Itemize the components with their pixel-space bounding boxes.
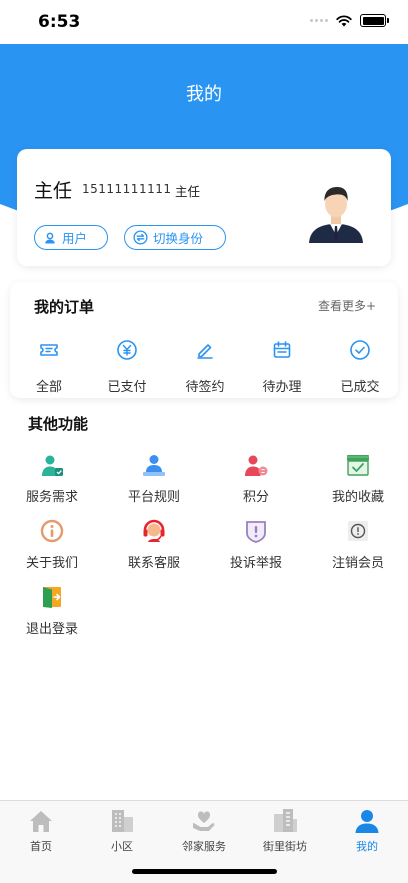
service-person-icon <box>42 455 63 476</box>
profile-name: 主任 <box>34 180 73 202</box>
orders-card: 我的订单 查看更多+ 全部 已支付 待签约 待办理 已成交 <box>10 282 398 398</box>
heart-hand-icon <box>193 811 215 831</box>
home-indicator <box>132 869 277 874</box>
order-to-sign-label: 待签约 <box>185 380 225 395</box>
tab-community[interactable]: 小区 <box>82 807 162 854</box>
about-us-label: 关于我们 <box>25 556 78 571</box>
platform-rules-item[interactable]: 平台规则 <box>114 452 194 505</box>
page-title: 我的 <box>186 84 222 105</box>
order-completed[interactable]: 已成交 <box>325 332 395 395</box>
cancel-membership-icon <box>348 521 368 541</box>
cancel-membership-label: 注销会员 <box>331 556 384 571</box>
service-demand-item[interactable]: 服务需求 <box>12 452 92 505</box>
tab-mine[interactable]: 我的 <box>327 807 407 854</box>
order-to-process-label: 待办理 <box>262 380 302 395</box>
profile-phone: 15111111111 <box>82 182 172 196</box>
rules-person-icon <box>143 455 165 476</box>
orders-title: 我的订单 <box>34 298 95 316</box>
tab-home[interactable]: 首页 <box>1 807 81 854</box>
tab-neighborhood-label: 街里街坊 <box>263 840 307 853</box>
person-icon <box>355 810 379 833</box>
status-bar: 6:53 <box>0 0 408 44</box>
ticket-icon <box>40 344 58 356</box>
building-icon <box>112 810 133 832</box>
order-all-label: 全部 <box>35 380 62 395</box>
user-button-label: 用户 <box>62 231 88 246</box>
status-icons <box>310 14 389 27</box>
headset-icon <box>143 519 165 542</box>
switch-identity-button[interactable]: 切换身份 <box>124 225 226 250</box>
tab-community-label: 小区 <box>111 840 133 853</box>
avatar <box>309 187 363 243</box>
order-paid[interactable]: 已支付 <box>92 332 162 395</box>
order-to-process[interactable]: 待办理 <box>247 332 317 395</box>
contact-service-item[interactable]: 联系客服 <box>114 518 194 571</box>
profile-card: 主任 15111111111 主任 用户 切换身份 <box>17 149 391 266</box>
signal-icon <box>310 19 328 22</box>
points-label: 积分 <box>242 490 269 505</box>
home-icon <box>30 811 52 832</box>
order-completed-label: 已成交 <box>340 380 380 395</box>
complaint-shield-icon <box>246 521 266 543</box>
order-paid-label: 已支付 <box>107 380 147 395</box>
battery-icon <box>360 14 389 27</box>
complaint-report-item[interactable]: 投诉举报 <box>216 518 296 571</box>
tab-neighbor-service-label: 邻家服务 <box>182 840 226 853</box>
user-icon <box>45 232 55 243</box>
yen-icon <box>117 340 137 360</box>
profile-role: 主任 <box>175 184 201 199</box>
platform-rules-label: 平台规则 <box>127 490 180 505</box>
contact-service-label: 联系客服 <box>127 556 180 571</box>
tab-mine-label: 我的 <box>356 840 378 853</box>
logout-label: 退出登录 <box>25 622 78 637</box>
other-functions-title: 其他功能 <box>28 415 89 433</box>
info-icon <box>40 519 64 543</box>
order-to-sign[interactable]: 待签约 <box>170 332 240 395</box>
points-person-icon <box>245 455 268 476</box>
calendar-icon <box>273 341 291 358</box>
buildings-icon <box>274 809 297 832</box>
my-favorites-item[interactable]: 我的收藏 <box>318 452 398 505</box>
my-favorites-label: 我的收藏 <box>331 490 384 505</box>
cancel-membership-item[interactable]: 注销会员 <box>318 518 398 571</box>
logout-item[interactable]: 退出登录 <box>12 584 92 637</box>
complaint-report-label: 投诉举报 <box>229 556 282 571</box>
pen-icon <box>197 344 213 359</box>
favorites-store-icon <box>347 455 369 476</box>
tab-neighbor-service[interactable]: 邻家服务 <box>164 807 244 854</box>
switch-icon <box>133 230 148 245</box>
switch-button-label: 切换身份 <box>153 231 204 246</box>
wifi-icon <box>336 14 352 26</box>
view-more-link[interactable]: 查看更多+ <box>318 297 376 314</box>
status-time: 6:53 <box>38 12 81 32</box>
about-us-item[interactable]: 关于我们 <box>12 518 92 571</box>
user-button[interactable]: 用户 <box>34 225 108 250</box>
service-demand-label: 服务需求 <box>25 490 78 505</box>
check-circle-icon <box>350 340 370 360</box>
points-item[interactable]: 积分 <box>216 452 296 505</box>
logout-door-icon <box>43 587 61 608</box>
tab-neighborhood[interactable]: 街里街坊 <box>245 807 325 854</box>
order-all[interactable]: 全部 <box>14 332 84 395</box>
tab-home-label: 首页 <box>30 840 52 853</box>
